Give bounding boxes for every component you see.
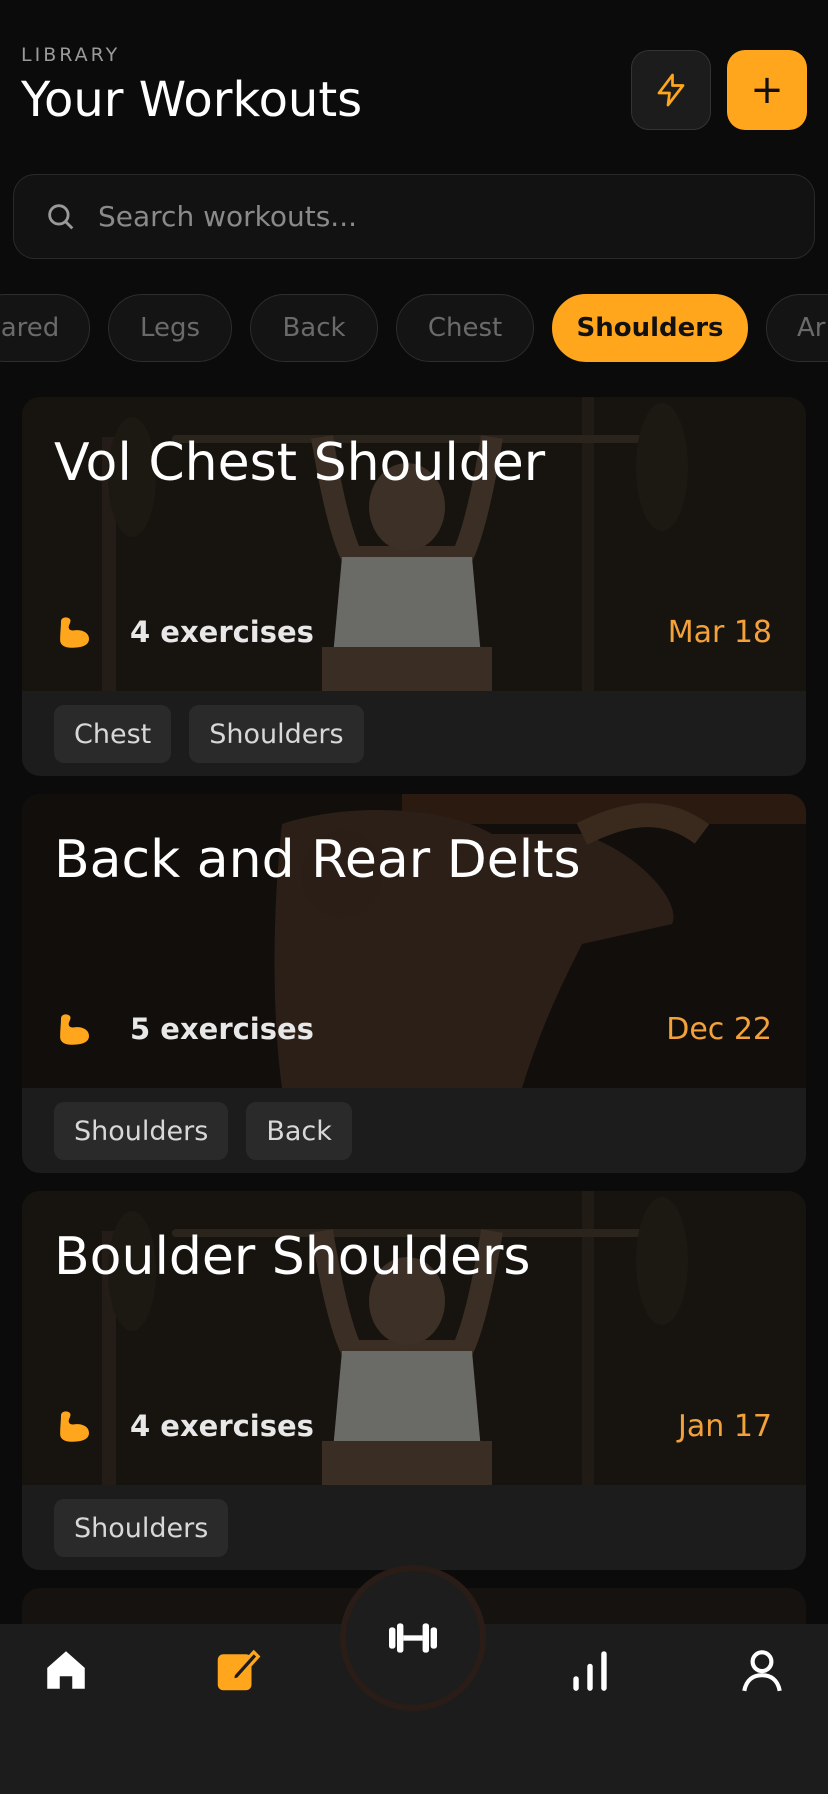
workout-tags: Shoulders Back	[22, 1088, 806, 1173]
workout-tag: Back	[246, 1102, 352, 1160]
filter-chips: ared Legs Back Chest Shoulders Ar	[0, 294, 828, 364]
search-bar	[13, 174, 815, 259]
profile-icon	[742, 1650, 782, 1692]
stats-icon	[573, 1651, 607, 1691]
workout-card-hero: Vol Chest Shoulder 4 exercises Mar 18	[22, 397, 806, 691]
home-icon	[47, 1651, 85, 1689]
flexed-bicep-icon	[60, 617, 89, 648]
add-workout-button[interactable]: +	[727, 50, 807, 130]
filter-chip-shoulders[interactable]: Shoulders	[552, 294, 748, 362]
exercise-count: 4 exercises	[130, 1409, 314, 1443]
workout-meta: 4 exercises Mar 18	[54, 607, 772, 657]
quick-workout-button[interactable]	[631, 50, 711, 130]
edit-icon	[217, 1649, 261, 1691]
workout-card-hero: Boulder Shoulders 4 exercises Jan 17	[22, 1191, 806, 1485]
workout-meta: 5 exercises Dec 22	[54, 1004, 772, 1054]
workout-date: Dec 22	[666, 1011, 772, 1047]
page-eyebrow: LIBRARY	[21, 44, 121, 66]
filter-chip-chest[interactable]: Chest	[396, 294, 534, 362]
page-header: LIBRARY Your Workouts	[21, 44, 362, 128]
tab-home[interactable]	[36, 1640, 96, 1700]
tab-workouts[interactable]	[208, 1640, 268, 1700]
flexed-bicep-icon	[60, 1411, 89, 1442]
workout-tags: Chest Shoulders	[22, 691, 806, 776]
filter-chip-legs[interactable]: Legs	[108, 294, 232, 362]
workout-tag: Shoulders	[54, 1102, 229, 1160]
workout-date: Jan 17	[678, 1408, 772, 1444]
workout-title: Vol Chest Shoulder	[54, 433, 546, 493]
search-icon	[48, 203, 74, 229]
search-input[interactable]	[96, 185, 814, 248]
workout-tag: Chest	[54, 705, 172, 763]
exercise-count: 4 exercises	[130, 615, 314, 649]
filter-chip-back[interactable]: Back	[250, 294, 378, 362]
workout-title: Back and Rear Delts	[54, 830, 581, 890]
exercise-count: 5 exercises	[130, 1012, 314, 1046]
workout-meta: 4 exercises Jan 17	[54, 1401, 772, 1451]
workout-card-hero: Back and Rear Delts 5 exercises Dec 22	[22, 794, 806, 1088]
filter-chip-arms[interactable]: Ar	[766, 294, 828, 362]
dumbbell-icon	[389, 1623, 437, 1653]
workout-card[interactable]: Back and Rear Delts 5 exercises Dec 22 S…	[22, 794, 806, 1173]
workout-card[interactable]: Vol Chest Shoulder 4 exercises Mar 18 Ch…	[22, 397, 806, 776]
workout-tag: Shoulders	[189, 705, 364, 763]
flexed-bicep-icon	[60, 1014, 89, 1045]
page-title: Your Workouts	[21, 72, 363, 128]
tab-profile[interactable]	[732, 1640, 792, 1700]
workout-card[interactable]: Boulder Shoulders 4 exercises Jan 17 Sho…	[22, 1191, 806, 1570]
tab-progress[interactable]	[560, 1640, 620, 1700]
workout-title: Boulder Shoulders	[54, 1227, 531, 1287]
workout-tags: Shoulders	[22, 1485, 806, 1570]
filter-chip-shared[interactable]: ared	[0, 294, 90, 362]
plus-icon: +	[750, 67, 784, 113]
workout-date: Mar 18	[667, 614, 772, 650]
workout-tag: Shoulders	[54, 1499, 229, 1557]
lightning-icon	[657, 73, 685, 107]
start-workout-button[interactable]	[340, 1565, 486, 1711]
